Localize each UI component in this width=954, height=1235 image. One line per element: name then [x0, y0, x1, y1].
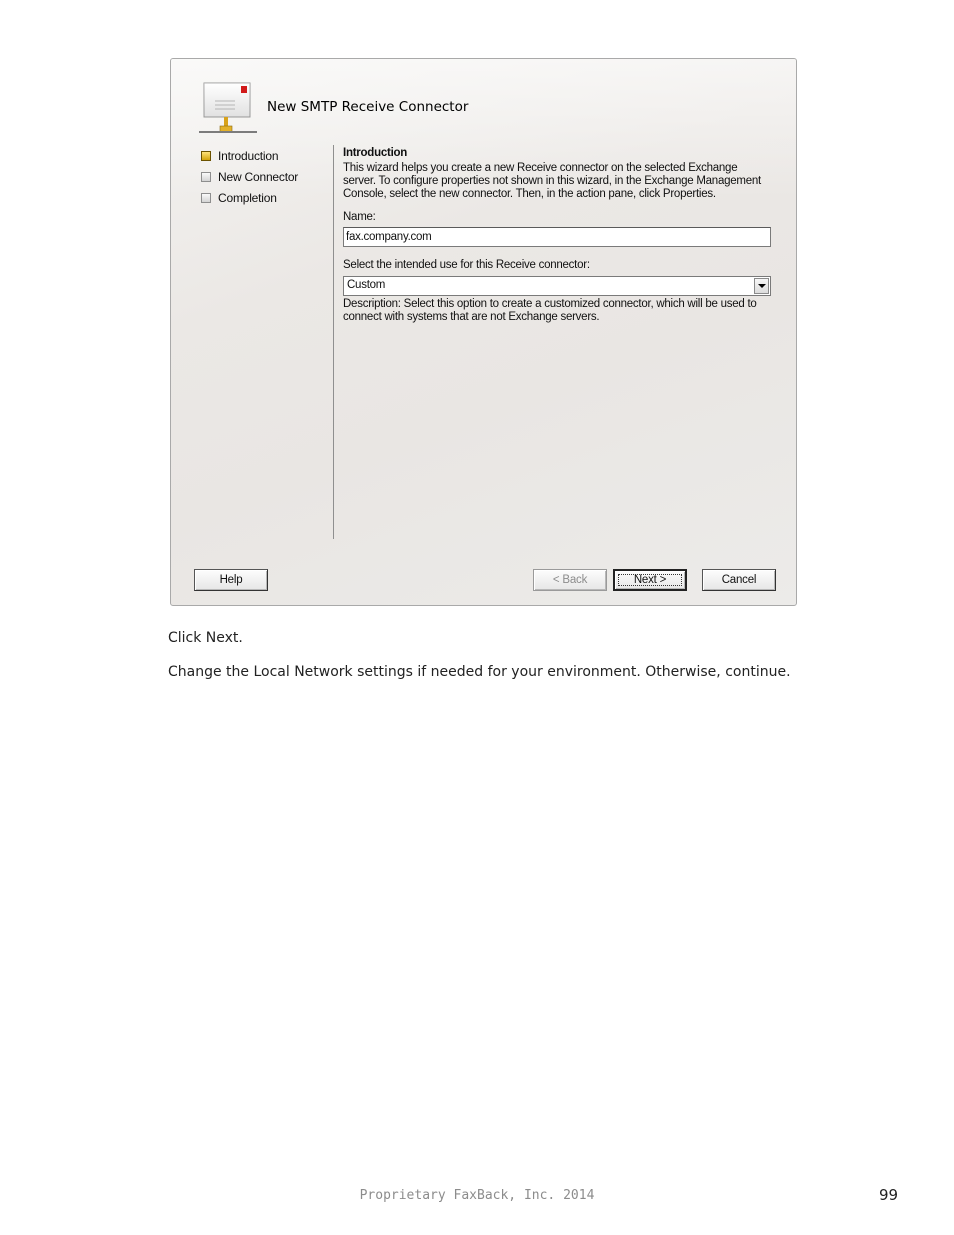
step-completion: Completion	[201, 187, 298, 208]
next-button[interactable]: Next >	[613, 569, 687, 591]
help-button[interactable]: Help	[194, 569, 268, 591]
pending-step-icon	[201, 192, 211, 203]
section-heading: Introduction	[343, 147, 408, 159]
intro-text: This wizard helps you create a new Recei…	[343, 162, 761, 200]
dropdown-arrow-icon[interactable]	[754, 278, 769, 294]
cancel-button[interactable]: Cancel	[702, 569, 776, 591]
step-introduction: Introduction	[201, 145, 298, 166]
intended-use-select[interactable]: Custom	[343, 276, 771, 296]
step-label: Introduction	[218, 148, 279, 163]
intended-use-value: Custom	[347, 279, 386, 291]
wizard-steps: Introduction New Connector Completion	[201, 145, 298, 208]
step-new-connector: New Connector	[201, 166, 298, 187]
page-number: 99	[879, 1186, 899, 1204]
instruction-local-network: Change the Local Network settings if nee…	[168, 664, 791, 680]
intended-use-label: Select the intended use for this Receive…	[343, 259, 590, 271]
instruction-click-next: Click Next.	[168, 630, 243, 646]
description-text: Description: Select this option to creat…	[343, 298, 757, 323]
active-step-icon	[201, 150, 211, 161]
page-footer: Proprietary FaxBack, Inc. 2014	[359, 1188, 595, 1203]
pending-step-icon	[201, 171, 211, 182]
pane-divider	[333, 145, 334, 539]
wizard-title: New SMTP Receive Connector	[267, 99, 469, 115]
name-input[interactable]	[343, 227, 771, 247]
focus-rectangle	[618, 574, 682, 586]
step-label: New Connector	[218, 169, 299, 184]
wizard-dialog: New SMTP Receive Connector Introduction …	[170, 58, 797, 606]
name-label: Name:	[343, 211, 376, 223]
connector-envelope-icon	[199, 82, 257, 133]
step-label: Completion	[218, 190, 277, 205]
back-button[interactable]: < Back	[533, 569, 607, 591]
